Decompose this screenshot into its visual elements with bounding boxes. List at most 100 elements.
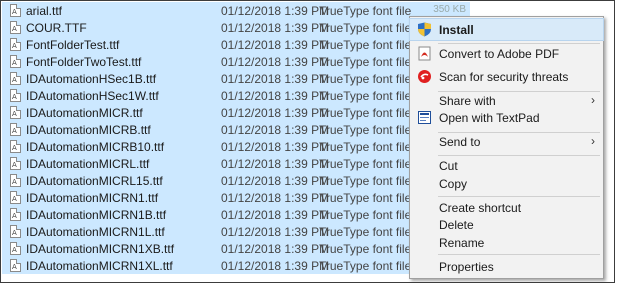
menu-item-copy[interactable]: Copy [410, 173, 603, 194]
menu-label: Delete [439, 218, 474, 232]
menu-label: Open with TextPad [439, 111, 540, 125]
menu-separator [438, 254, 600, 255]
file-name: IDAutomationMICRN1.ttf [26, 191, 159, 205]
file-type: TrueType font file [319, 174, 412, 188]
file-type: TrueType font file [319, 259, 412, 273]
menu-label: Properties [439, 260, 494, 274]
font-file-icon: A [10, 157, 21, 170]
file-type: TrueType font file [319, 21, 412, 35]
font-file-icon: A [10, 72, 21, 85]
file-row[interactable]: A IDAutomationHSec1W.ttf 01/12/2018 1:39… [2, 87, 470, 104]
file-row[interactable]: A IDAutomationMICRN1XL.ttf 01/12/2018 1:… [2, 257, 470, 274]
file-row[interactable]: A IDAutomationMICRL.ttf 01/12/2018 1:39 … [2, 155, 470, 172]
font-file-icon: A [10, 4, 21, 17]
file-type: TrueType font file [319, 123, 412, 137]
file-date: 01/12/2018 1:39 PM [221, 4, 330, 18]
file-type: TrueType font file [319, 225, 412, 239]
file-row[interactable]: A IDAutomationMICRB.ttf 01/12/2018 1:39 … [2, 121, 470, 138]
file-type: TrueType font file [319, 157, 412, 171]
menu-label: Copy [439, 177, 468, 191]
font-file-icon: A [10, 55, 21, 68]
file-row[interactable]: A FontFolderTwoTest.ttf 01/12/2018 1:39 … [2, 53, 470, 70]
menu-item-properties[interactable]: Properties [410, 256, 603, 277]
menu-item-convert-pdf[interactable]: Convert to Adobe PDF [410, 43, 603, 64]
file-row[interactable]: A IDAutomationMICRL15.ttf 01/12/2018 1:3… [2, 172, 470, 189]
file-date: 01/12/2018 1:39 PM [221, 191, 330, 205]
menu-label: Scan for security threats [439, 70, 569, 84]
file-date: 01/12/2018 1:39 PM [221, 225, 330, 239]
font-file-icon: A [10, 89, 21, 102]
file-name: IDAutomationMICRL15.ttf [26, 174, 163, 188]
file-date: 01/12/2018 1:39 PM [221, 259, 330, 273]
file-name: IDAutomationMICRN1XB.ttf [26, 242, 175, 256]
file-name: IDAutomationMICRN1XL.ttf [26, 259, 173, 273]
chevron-right-icon: › [591, 93, 595, 107]
font-file-icon: A [10, 174, 21, 187]
shield-icon [417, 22, 432, 37]
file-type: TrueType font file [319, 106, 412, 120]
font-file-icon: A [10, 191, 21, 204]
file-date: 01/12/2018 1:39 PM [221, 89, 330, 103]
file-row[interactable]: A COUR.TTF 01/12/2018 1:39 PM TrueType f… [2, 19, 470, 36]
file-type: TrueType font file [319, 140, 412, 154]
explorer-window: A arial.ttf 01/12/2018 1:39 PM TrueType … [0, 0, 615, 283]
file-type: TrueType font file [319, 191, 412, 205]
file-name: IDAutomationMICRN1B.ttf [26, 208, 167, 222]
file-name: IDAutomationMICRB.ttf [26, 123, 151, 137]
menu-label: Install [439, 23, 474, 37]
file-date: 01/12/2018 1:39 PM [221, 72, 330, 86]
file-type: TrueType font file [319, 38, 412, 52]
file-row[interactable]: A IDAutomationHSec1B.ttf 01/12/2018 1:39… [2, 70, 470, 87]
file-name: IDAutomationMICRL.ttf [26, 157, 150, 171]
pdf-icon [417, 46, 432, 61]
file-row[interactable]: A arial.ttf 01/12/2018 1:39 PM TrueType … [2, 2, 470, 19]
file-date: 01/12/2018 1:39 PM [221, 106, 330, 120]
textpad-icon [417, 110, 432, 125]
file-size: 350 KB [433, 4, 466, 15]
file-type: TrueType font file [319, 72, 412, 86]
font-file-icon: A [10, 38, 21, 51]
font-file-icon: A [10, 208, 21, 221]
font-file-icon: A [10, 225, 21, 238]
file-row[interactable]: A IDAutomationMICRN1L.ttf 01/12/2018 1:3… [2, 223, 470, 240]
file-row[interactable]: A FontFolderTest.ttf 01/12/2018 1:39 PM … [2, 36, 470, 53]
file-date: 01/12/2018 1:39 PM [221, 174, 330, 188]
file-name: FontFolderTwoTest.ttf [26, 55, 142, 69]
font-file-icon: A [10, 259, 21, 272]
file-date: 01/12/2018 1:39 PM [221, 208, 330, 222]
file-row[interactable]: A IDAutomationMICRB10.ttf 01/12/2018 1:3… [2, 138, 470, 155]
file-type: TrueType font file [319, 55, 412, 69]
file-type: TrueType font file [319, 4, 412, 18]
file-row[interactable]: A IDAutomationMICRN1B.ttf 01/12/2018 1:3… [2, 206, 470, 223]
menu-item-install[interactable]: Install [409, 18, 604, 41]
font-file-icon: A [10, 140, 21, 153]
context-menu: Install Convert to Adobe PDF Scan for se… [409, 16, 604, 279]
file-date: 01/12/2018 1:39 PM [221, 140, 330, 154]
file-date: 01/12/2018 1:39 PM [221, 55, 330, 69]
menu-item-rename[interactable]: Rename [410, 232, 603, 253]
file-name: IDAutomationMICR.ttf [26, 106, 143, 120]
file-date: 01/12/2018 1:39 PM [221, 38, 330, 52]
chevron-right-icon: › [591, 134, 595, 148]
file-date: 01/12/2018 1:39 PM [221, 123, 330, 137]
file-row[interactable]: A IDAutomationMICR.ttf 01/12/2018 1:39 P… [2, 104, 470, 121]
file-row[interactable]: A IDAutomationMICRN1XB.ttf 01/12/2018 1:… [2, 240, 470, 257]
menu-item-send-to[interactable]: Send to › [410, 131, 603, 152]
file-type: TrueType font file [319, 89, 412, 103]
menu-item-open-textpad[interactable]: Open with TextPad [410, 107, 603, 128]
file-row[interactable]: A IDAutomationMICRN1.ttf 01/12/2018 1:39… [2, 189, 470, 206]
file-type: TrueType font file [319, 242, 412, 256]
file-name: FontFolderTest.ttf [26, 38, 120, 52]
font-file-icon: A [10, 242, 21, 255]
menu-label: Create shortcut [439, 201, 522, 215]
menu-label: Send to [439, 135, 481, 149]
file-name: arial.ttf [26, 4, 63, 18]
file-type: TrueType font file [319, 208, 412, 222]
menu-label: Cut [439, 159, 458, 173]
file-date: 01/12/2018 1:39 PM [221, 21, 330, 35]
menu-label: Convert to Adobe PDF [439, 47, 560, 61]
file-name: IDAutomationHSec1W.ttf [26, 89, 159, 103]
menu-item-scan[interactable]: Scan for security threats [410, 66, 603, 87]
font-file-icon: A [10, 123, 21, 136]
antivirus-icon [417, 69, 432, 84]
